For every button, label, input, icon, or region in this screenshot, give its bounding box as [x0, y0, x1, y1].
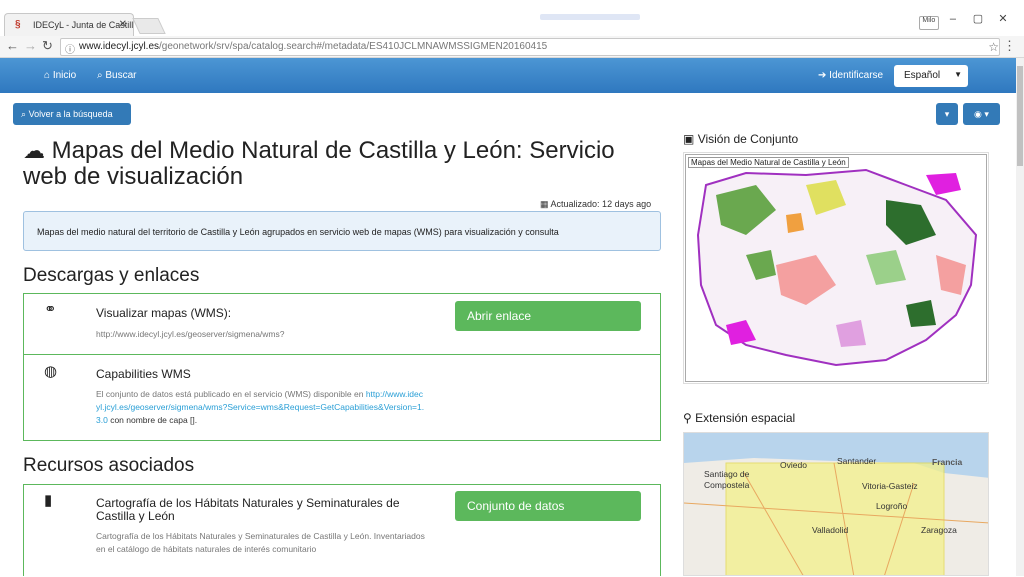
resource-desc: Cartografía de los Hábitats Naturales y … [96, 531, 425, 554]
thumbnail-caption: Mapas del Medio Natural de Castilla y Le… [688, 157, 849, 168]
search-icon: ⌕ [21, 109, 27, 119]
globe-icon: ◍ [44, 363, 58, 380]
window-controls: Milo – ▢ ✕ [918, 12, 1014, 30]
map-label-zaragoza: Zaragoza [921, 525, 957, 535]
map-label-santiago: Santiago de [704, 469, 750, 479]
extent-map-graphic [684, 458, 988, 575]
capabilities-title: Capabilities WMS [96, 367, 191, 381]
search-icon: ⌕ [97, 70, 103, 81]
view-mode-dropdown-button[interactable]: ◉ ▾ [963, 103, 1000, 125]
overview-heading-text: Visión de Conjunto [697, 132, 799, 146]
map-label-valladolid: Valladolid [812, 525, 849, 535]
capabilities-desc-suffix: con nombre de capa []. [110, 415, 198, 425]
nav-login-label: Identificarse [829, 70, 884, 81]
resource-row: ▮ Cartografía de los Hábitats Naturales … [24, 485, 660, 577]
map-label-logrono: Logroño [876, 501, 908, 511]
map-label-francia: Francia [932, 457, 963, 467]
capabilities-desc-prefix: El conjunto de datos está publicado en e… [96, 389, 364, 399]
nav-login[interactable]: ➔ Identificarse [818, 70, 883, 81]
back-to-search-label: Volver a la búsqueda [28, 109, 113, 119]
link-url[interactable]: http://www.idecyl.jcyl.es/geoserver/sigm… [96, 328, 446, 341]
close-window-icon[interactable]: ✕ [992, 12, 1014, 26]
forward-arrow-icon[interactable]: → [24, 38, 37, 53]
tab-search-hint [540, 14, 640, 20]
language-select[interactable]: Español ▼ [894, 65, 968, 87]
site-favicon-icon: § [15, 19, 21, 30]
habitat-map-graphic [696, 168, 978, 367]
address-bar[interactable]: ⓘ www.idecyl.jcyl.es/geonetwork/srv/spa/… [60, 38, 1000, 56]
nav-search-label: Buscar [105, 70, 137, 81]
browser-toolbar: ← → ↻ ⓘ www.idecyl.jcyl.es/geonetwork/sr… [0, 36, 1024, 58]
map-label-santander: Santander [837, 456, 877, 466]
link-row: ⚭ Visualizar mapas (WMS): http://www.ide… [24, 294, 660, 355]
page-info-icon[interactable]: ⓘ [65, 41, 75, 55]
capabilities-desc: El conjunto de datos está publicado en e… [96, 388, 426, 427]
actions-dropdown-button[interactable]: ▾ [936, 103, 958, 125]
resource-title[interactable]: Cartografía de los Hábitats Naturales y … [96, 497, 436, 523]
maximize-icon[interactable]: ▢ [967, 12, 989, 26]
link-chain-icon: ⚭ [44, 301, 57, 318]
page-title: ☁ Mapas del Medio Natural de Castilla y … [23, 138, 663, 190]
caret-down-icon: ▾ [944, 109, 950, 119]
extent-heading: ⚲ Extensión espacial [683, 411, 795, 425]
dataset-button[interactable]: Conjunto de datos [455, 491, 641, 521]
scrollbar-thumb[interactable] [1017, 66, 1023, 166]
new-tab-button[interactable] [132, 18, 166, 34]
page-scrollbar[interactable] [1016, 58, 1024, 576]
resources-heading: Recursos asociados [23, 455, 195, 476]
caret-down-icon: ▾ [984, 109, 989, 119]
nav-home[interactable]: ⌂ Inicio [44, 70, 76, 81]
app-navbar: ⌂ Inicio ⌕ Buscar ➔ Identificarse [0, 58, 1016, 93]
updated-date-text: Actualizado: 12 days ago [550, 199, 652, 209]
chevron-down-icon: ▼ [954, 70, 962, 79]
sign-in-icon: ➔ [818, 70, 827, 81]
bookmark-star-icon[interactable]: ☆ [988, 40, 999, 54]
window-badge: Milo [918, 16, 939, 30]
minimize-icon[interactable]: – [942, 13, 964, 27]
language-value: Español [904, 70, 941, 81]
downloads-panel: ⚭ Visualizar mapas (WMS): http://www.ide… [23, 293, 661, 441]
document-icon: ▮ [44, 492, 53, 509]
map-label-compostela: Compostela [704, 480, 750, 490]
home-icon: ⌂ [44, 70, 51, 81]
extent-heading-text: Extensión espacial [695, 411, 796, 425]
nav-home-label: Inicio [52, 70, 77, 81]
browser-menu-icon[interactable]: ⋮ [1003, 38, 1016, 54]
reload-icon[interactable]: ↻ [42, 38, 53, 54]
overview-heading: ▣ Visión de Conjunto [683, 132, 798, 146]
cloud-icon: ☁ [23, 138, 45, 163]
nav-search[interactable]: ⌕ Buscar [97, 70, 137, 81]
map-label-vitoria: Vitoria-Gasteiz [862, 481, 918, 491]
browser-tab[interactable]: § IDECyL - Junta de Castilla ✕ [4, 13, 134, 36]
close-tab-icon[interactable]: ✕ [119, 19, 127, 30]
updated-date: ▦ Actualizado: 12 days ago [540, 199, 651, 210]
url-path: /geonetwork/srv/spa/catalog.search#/meta… [159, 41, 548, 52]
extent-map[interactable]: Oviedo Santander Francia Santiago de Com… [683, 432, 989, 576]
capabilities-row: ◍ Capabilities WMS El conjunto de datos … [24, 356, 660, 440]
page-title-text: Mapas del Medio Natural de Castilla y Le… [23, 137, 615, 190]
back-arrow-icon[interactable]: ← [6, 38, 19, 53]
resources-panel: ▮ Cartografía de los Hábitats Naturales … [23, 484, 661, 576]
back-to-search-button[interactable]: ⌕ Volver a la búsqueda [13, 103, 131, 125]
downloads-heading: Descargas y enlaces [23, 265, 200, 286]
link-title: Visualizar mapas (WMS): [96, 306, 232, 320]
calendar-icon: ▦ [540, 199, 549, 209]
overview-thumbnail[interactable]: Mapas del Medio Natural de Castilla y Le… [683, 152, 989, 384]
map-pin-icon: ⚲ [683, 411, 692, 425]
eye-icon: ◉ [974, 109, 982, 119]
url-host: www.idecyl.jcyl.es [79, 41, 160, 52]
map-label-oviedo: Oviedo [780, 460, 807, 470]
browser-tabstrip: § IDECyL - Junta de Castilla ✕ Milo – ▢ … [0, 0, 1024, 36]
abstract-box: Mapas del medio natural del territorio d… [23, 211, 661, 251]
image-icon: ▣ [683, 132, 695, 146]
thumbnail-image: Mapas del Medio Natural de Castilla y Le… [685, 154, 987, 382]
open-link-button[interactable]: Abrir enlace [455, 301, 641, 331]
